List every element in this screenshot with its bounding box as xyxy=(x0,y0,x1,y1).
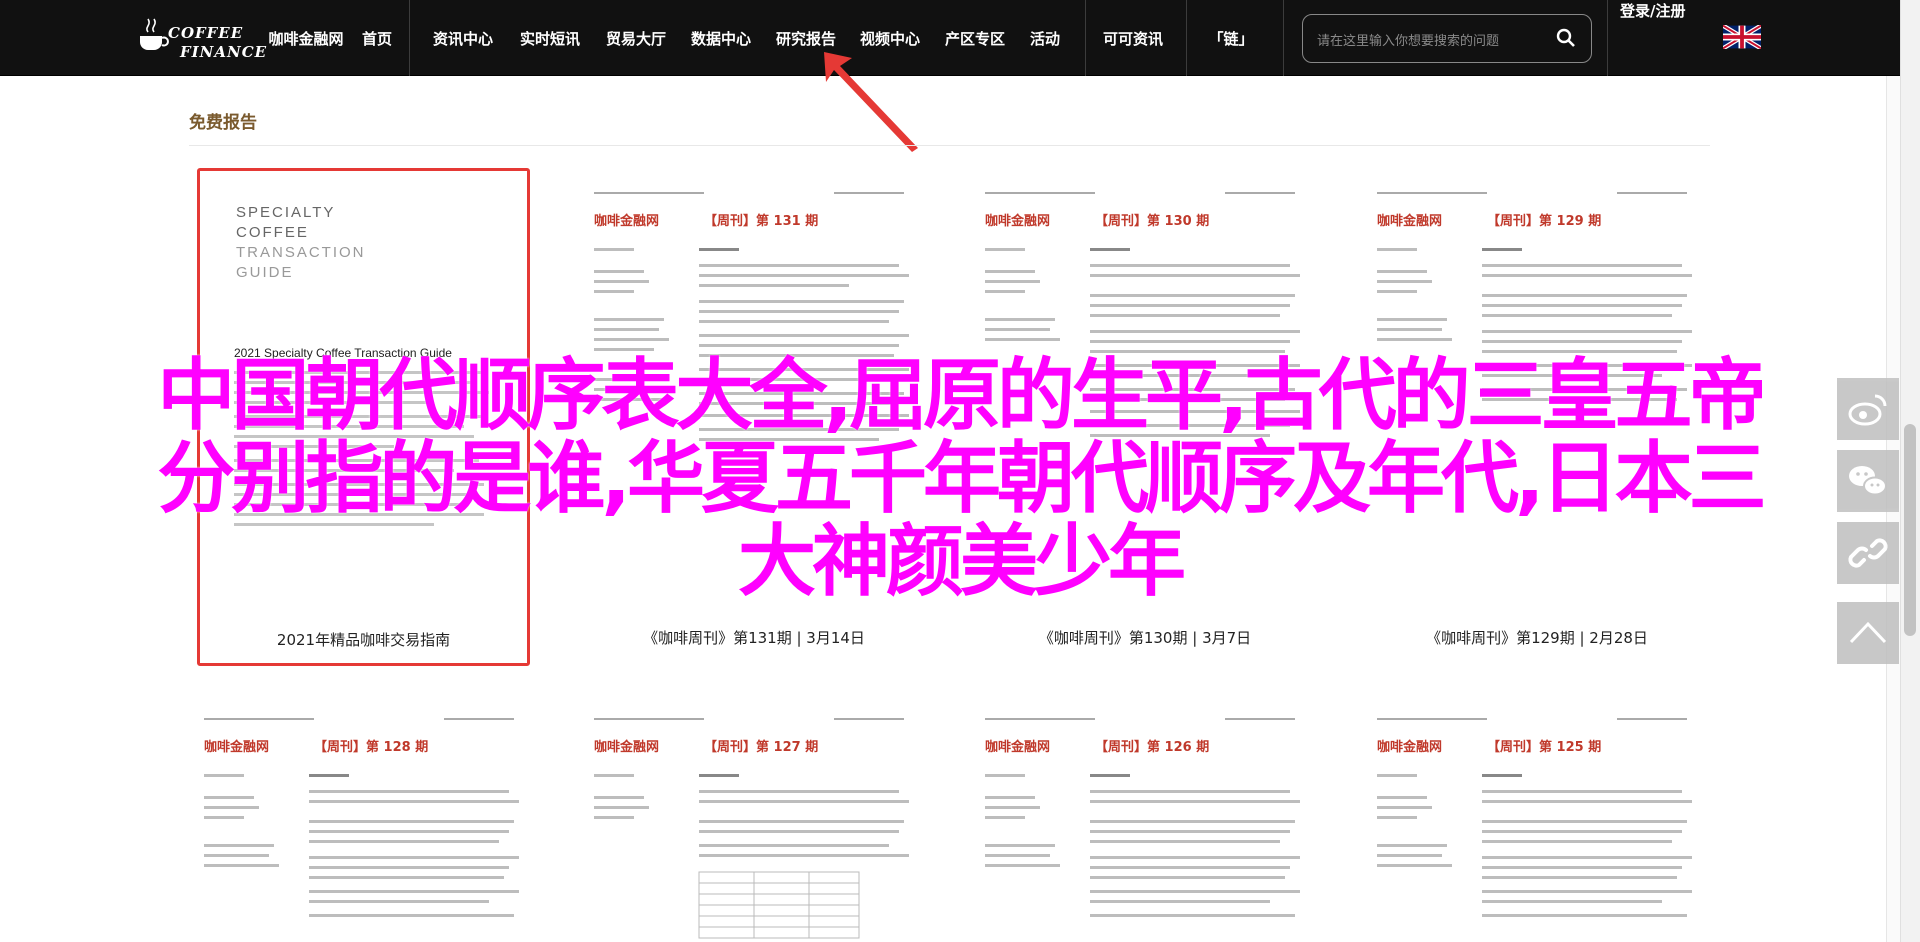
doc-header-rule xyxy=(985,192,1295,194)
report-caption[interactable]: 2021年精品咖啡交易指南 xyxy=(200,629,527,650)
doc-brand: 咖啡金融网 xyxy=(204,740,270,755)
doc-header-rule xyxy=(594,192,904,194)
top-nav-bar: COFFEE FINANCE 咖啡金融网 首页 资讯中心 实时短讯 贸易大厅 数… xyxy=(0,0,1900,76)
doc-body-text xyxy=(1377,774,1692,917)
nav-divider xyxy=(1085,0,1086,76)
nav-events[interactable]: 活动 xyxy=(1020,0,1070,76)
overlay-line: 大神颜美少年 xyxy=(737,517,1186,607)
uk-flag-icon[interactable] xyxy=(1723,25,1761,49)
doc-table xyxy=(698,871,860,939)
doc-issue-title: 【周刊】第 129 期 xyxy=(1487,214,1602,229)
doc-brand: 咖啡金融网 xyxy=(1377,740,1443,755)
doc-header-rule xyxy=(1377,718,1687,720)
doc-body-text xyxy=(204,774,519,917)
doc-brand: 咖啡金融网 xyxy=(985,740,1051,755)
nav-origin-zone[interactable]: 产区专区 xyxy=(937,0,1013,76)
doc-brand: 咖啡金融网 xyxy=(594,740,660,755)
nav-data-center[interactable]: 数据中心 xyxy=(683,0,759,76)
cover-title-line: COFFEE xyxy=(236,224,309,241)
section-title: 免费报告 xyxy=(189,113,257,133)
doc-issue-title: 【周刊】第 130 期 xyxy=(1095,214,1210,229)
report-caption[interactable]: 《咖啡周刊》第129期 | 2月28日 xyxy=(1377,627,1697,648)
doc-brand: 咖啡金融网 xyxy=(1377,214,1443,229)
doc-issue-title: 【周刊】第 126 期 xyxy=(1095,740,1210,755)
report-card-127[interactable]: 咖啡金融网 【周刊】第 127 期 xyxy=(594,716,914,942)
doc-issue-title: 【周刊】第 125 期 xyxy=(1487,740,1602,755)
coffee-finance-logo[interactable]: COFFEE FINANCE xyxy=(134,8,266,66)
doc-issue-title: 【周刊】第 131 期 xyxy=(704,214,819,229)
doc-issue-title: 【周刊】第 128 期 xyxy=(314,740,429,755)
report-caption[interactable]: 《咖啡周刊》第130期 | 3月7日 xyxy=(985,627,1305,648)
doc-body-text xyxy=(594,774,909,939)
cover-title: SPECIALTY COFFEE TRANSACTION GUIDE xyxy=(236,203,366,283)
nav-live-briefs[interactable]: 实时短讯 xyxy=(512,0,588,76)
doc-header-rule xyxy=(204,718,514,720)
nav-cocoa-news[interactable]: 可可资讯 xyxy=(1095,0,1171,76)
cover-title-line: GUIDE xyxy=(236,264,294,281)
back-to-top-button[interactable] xyxy=(1837,602,1899,664)
search-input[interactable]: 请在这里输入你想要搜索的问题 xyxy=(1317,30,1499,49)
report-card-125[interactable]: 咖啡金融网 【周刊】第 125 期 xyxy=(1377,716,1697,942)
nav-divider xyxy=(1186,0,1187,76)
doc-issue-title: 【周刊】第 127 期 xyxy=(704,740,819,755)
report-caption[interactable]: 《咖啡周刊》第131期 | 3月14日 xyxy=(594,627,914,648)
doc-brand: 咖啡金融网 xyxy=(594,214,660,229)
doc-header-rule xyxy=(594,718,904,720)
nav-news-center[interactable]: 资讯中心 xyxy=(425,0,501,76)
doc-body-text xyxy=(985,774,1300,917)
nav-chain[interactable]: 「链」 xyxy=(1200,0,1262,76)
nav-trade-hall[interactable]: 贸易大厅 xyxy=(598,0,674,76)
doc-brand: 咖啡金融网 xyxy=(985,214,1051,229)
nav-home-brand[interactable]: 咖啡金融网 xyxy=(262,0,350,76)
back-to-top-icon xyxy=(1849,621,1887,644)
section-divider xyxy=(189,145,1710,146)
search-box[interactable]: 请在这里输入你想要搜索的问题 xyxy=(1302,14,1592,63)
doc-header-rule xyxy=(1377,192,1687,194)
nav-divider xyxy=(409,0,410,76)
nav-divider xyxy=(1283,0,1284,76)
report-card-128[interactable]: 咖啡金融网 【周刊】第 128 期 xyxy=(204,716,524,942)
search-icon[interactable] xyxy=(1556,28,1576,48)
overlay-line: 分别指的是谁,华夏五千年朝代顺序及年代,日本三 xyxy=(157,434,1766,524)
login-register-link[interactable]: 登录/注册 xyxy=(1620,0,1685,76)
cover-title-line: SPECIALTY xyxy=(236,204,336,221)
overlay-line: 中国朝代顺序表大全,屈原的生平,古代的三皇五帝 xyxy=(157,351,1766,441)
nav-divider xyxy=(1607,0,1608,76)
doc-header-rule xyxy=(985,718,1295,720)
logo-text-line2: FINANCE xyxy=(180,43,268,61)
cover-title-line: TRANSACTION xyxy=(236,244,366,261)
overlay-headline: 中国朝代顺序表大全,屈原的生平,古代的三皇五帝 分别指的是谁,华夏五千年朝代顺序… xyxy=(0,355,1920,604)
nav-home[interactable]: 首页 xyxy=(352,0,402,76)
report-card-126[interactable]: 咖啡金融网 【周刊】第 126 期 xyxy=(985,716,1305,942)
annotation-arrow-icon xyxy=(824,52,918,152)
logo-text-line1: COFFEE xyxy=(168,24,244,42)
